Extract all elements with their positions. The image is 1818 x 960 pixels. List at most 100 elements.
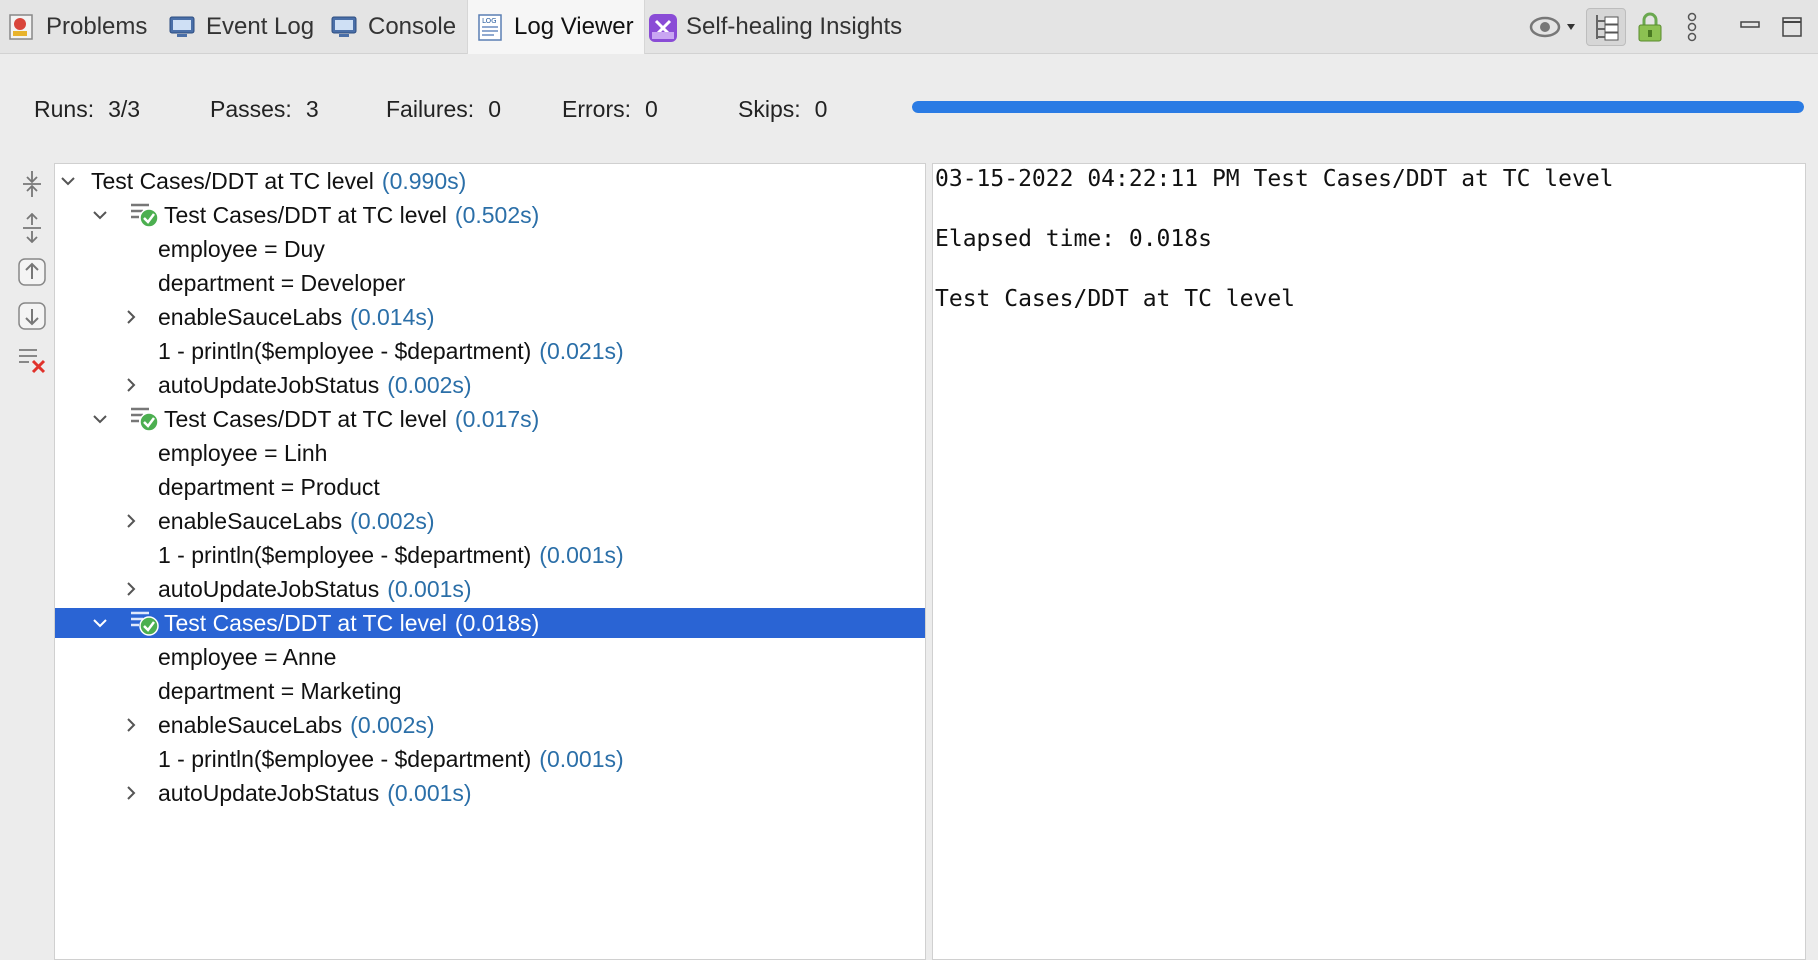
tab-label: Console <box>368 13 457 40</box>
passed-test-icon <box>129 200 161 230</box>
tree-step-row[interactable]: employee = Duy <box>55 234 925 264</box>
scroll-lock-button[interactable] <box>1630 8 1670 46</box>
tree-node-label: Test Cases/DDT at TC level (0.017s) <box>164 406 539 433</box>
errors-value: 0 <box>645 96 658 122</box>
more-vertical-icon <box>1687 12 1697 42</box>
passes-value: 3 <box>305 96 319 122</box>
tree-step-row[interactable]: department = Marketing <box>55 676 925 706</box>
collapse-all-button[interactable] <box>14 166 50 202</box>
tree-node-label: Test Cases/DDT at TC level (0.990s) <box>91 168 466 195</box>
tree-step-row[interactable]: 1 - println($employee - $department) (0.0… <box>55 540 925 570</box>
console-icon <box>330 13 358 41</box>
node-duration: (0.001s) <box>539 541 624 568</box>
tree-step-row[interactable]: autoUpdateJobStatus (0.002s) <box>55 370 925 400</box>
tree-step-row[interactable]: department = Developer <box>55 268 925 298</box>
node-duration: (0.001s) <box>387 779 472 806</box>
node-name: Test Cases/DDT at TC level <box>164 405 447 432</box>
tree-node-label: enableSauceLabs (0.002s) <box>158 508 435 535</box>
tree-step-row[interactable]: enableSauceLabs (0.014s) <box>55 302 925 332</box>
node-name: 1 - println($employee - $department) <box>158 745 532 772</box>
node-duration: (0.017s) <box>454 405 540 432</box>
tree-node-label: department = Marketing <box>158 678 402 705</box>
failures-value: 0 <box>488 96 501 122</box>
node-name: 1 - println($employee - $department) <box>158 337 532 364</box>
tree-step-row[interactable]: 1 - println($employee - $department) (0.0… <box>55 336 925 366</box>
log-line: Test Cases/DDT at TC level <box>935 286 1296 312</box>
view-options-dropdown[interactable] <box>1526 8 1582 46</box>
tab-console[interactable]: Console <box>322 0 464 54</box>
tree-test-case-row[interactable]: Test Cases/DDT at TC level (0.502s) <box>55 200 925 230</box>
clear-list-icon <box>19 349 46 374</box>
clear-button[interactable] <box>14 342 50 378</box>
node-name: employee = Duy <box>158 235 325 262</box>
log-viewer-icon: LOG <box>476 13 504 41</box>
tree-root-row[interactable]: Test Cases/DDT at TC level (0.990s) <box>55 166 925 196</box>
node-name: department = Marketing <box>158 677 402 704</box>
chevron-right-icon[interactable] <box>120 374 142 396</box>
node-duration: (0.002s) <box>387 371 472 398</box>
arrow-up-icon <box>18 258 46 286</box>
minimize-button[interactable] <box>1730 8 1770 46</box>
tree-step-row[interactable]: employee = Linh <box>55 438 925 468</box>
chevron-right-icon[interactable] <box>120 714 142 736</box>
lock-icon <box>1638 12 1662 42</box>
tree-node-label: 1 - println($employee - $department) (0.0… <box>158 542 624 569</box>
node-name: department = Product <box>158 473 380 500</box>
tree-step-row[interactable]: enableSauceLabs (0.002s) <box>55 506 925 536</box>
expand-all-button[interactable] <box>14 210 50 246</box>
tree-structure-icon <box>1596 15 1619 41</box>
node-name: autoUpdateJobStatus <box>158 779 380 806</box>
progress-bar <box>912 101 1804 113</box>
tab-log-viewer[interactable]: LOG Log Viewer <box>467 0 645 54</box>
chevron-right-icon[interactable] <box>120 578 142 600</box>
tab-label: Self-healing Insights <box>686 13 903 40</box>
progress-bar-fill <box>912 101 1804 113</box>
chevron-right-icon[interactable] <box>120 782 142 804</box>
node-name: employee = Linh <box>158 439 328 466</box>
node-duration: (0.502s) <box>454 201 540 228</box>
view-menu-button[interactable] <box>1680 8 1704 46</box>
tree-step-row[interactable]: department = Product <box>55 472 925 502</box>
test-tree: Test Cases/DDT at TC level (0.990s) Test C… <box>54 163 926 960</box>
expand-all-icon <box>23 213 41 243</box>
chevron-down-icon[interactable] <box>89 408 111 430</box>
chevron-right-icon[interactable] <box>120 510 142 532</box>
node-duration: (0.018s) <box>454 609 540 636</box>
node-duration: (0.002s) <box>350 711 435 738</box>
tab-event-log[interactable]: Event Log <box>160 0 322 54</box>
tree-step-row[interactable]: autoUpdateJobStatus (0.001s) <box>55 778 925 808</box>
next-button[interactable] <box>14 298 50 334</box>
failures-stat: Failures: 0 <box>386 96 501 123</box>
view-tab-bar: Problems Event Log Console LOG Log Viewe… <box>0 0 1818 54</box>
tab-problems[interactable]: Problems <box>0 0 155 54</box>
node-duration: (0.990s) <box>381 167 467 194</box>
tree-node-label: autoUpdateJobStatus (0.001s) <box>158 780 472 807</box>
tree-step-row[interactable]: employee = Anne <box>55 642 925 672</box>
tree-step-row[interactable]: 1 - println($employee - $department) (0.0… <box>55 744 925 774</box>
chevron-right-icon[interactable] <box>120 306 142 328</box>
maximize-button[interactable] <box>1772 8 1812 46</box>
errors-label: Errors: <box>562 96 631 122</box>
tree-node-label: 1 - println($employee - $department) (0.0… <box>158 338 624 365</box>
tree-step-row[interactable]: autoUpdateJobStatus (0.001s) <box>55 574 925 604</box>
problems-icon <box>8 13 36 41</box>
tree-node-label: employee = Duy <box>158 236 325 263</box>
node-name: department = Developer <box>158 269 406 296</box>
tree-test-case-row[interactable]: Test Cases/DDT at TC level (0.018s) <box>55 608 925 638</box>
tree-test-case-row[interactable]: Test Cases/DDT at TC level (0.017s) <box>55 404 925 434</box>
node-name: Test Cases/DDT at TC level <box>91 167 374 194</box>
tree-step-row[interactable]: enableSauceLabs (0.002s) <box>55 710 925 740</box>
previous-button[interactable] <box>14 254 50 290</box>
tree-view-toggle[interactable] <box>1586 8 1626 46</box>
log-detail-panel: 03-15-2022 04:22:11 PM Test Cases/DDT at… <box>932 163 1806 960</box>
tree-node-label: Test Cases/DDT at TC level (0.018s) <box>164 610 539 637</box>
svg-text:LOG: LOG <box>482 17 497 25</box>
chevron-down-icon[interactable] <box>57 170 79 192</box>
tab-label: Event Log <box>206 13 315 40</box>
skips-value: 0 <box>814 96 828 122</box>
passed-test-icon <box>129 404 161 434</box>
chevron-down-icon[interactable] <box>89 612 111 634</box>
event-log-icon <box>168 13 196 41</box>
tab-self-healing-insights[interactable]: Self-healing Insights <box>640 0 910 54</box>
chevron-down-icon[interactable] <box>89 204 111 226</box>
